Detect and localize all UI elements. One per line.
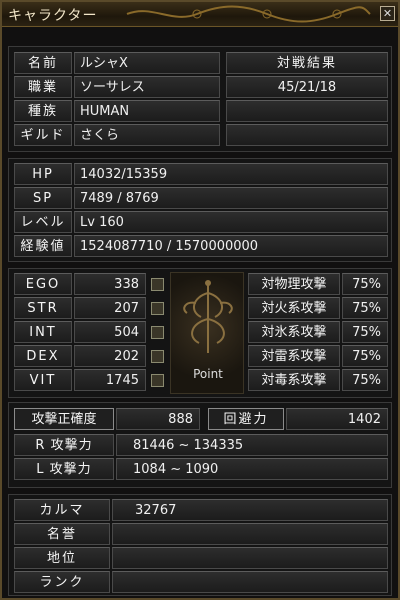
title-bar[interactable]: キャラクター ✕ bbox=[2, 2, 398, 27]
name-value: ルシャX bbox=[74, 52, 220, 74]
hp-value: 14032/15359 bbox=[74, 163, 388, 185]
crest-icon bbox=[183, 280, 233, 353]
sp-value: 7489 / 8769 bbox=[74, 187, 388, 209]
karma-value: 32767 bbox=[112, 499, 388, 521]
accuracy-value: 888 bbox=[116, 408, 200, 430]
fame-value bbox=[112, 523, 388, 545]
r-attack-value: 81446 ~ 134335 bbox=[116, 434, 388, 456]
title-ornament bbox=[126, 5, 371, 23]
stat-value-vit: 1745 bbox=[74, 369, 146, 391]
name-label: 名前 bbox=[14, 52, 72, 74]
resist-label-ice: 対氷系攻撃 bbox=[248, 321, 340, 343]
guild-label: ギルド bbox=[14, 124, 72, 146]
stat-value-int: 504 bbox=[74, 321, 146, 343]
point-label: Point bbox=[193, 367, 223, 381]
resist-label-fire: 対火系攻撃 bbox=[248, 297, 340, 319]
stat-label-int: INT bbox=[14, 321, 72, 343]
stat-point-button-int[interactable] bbox=[151, 326, 164, 339]
empty-cell bbox=[226, 124, 388, 146]
level-value: Lv 160 bbox=[74, 211, 388, 233]
status-label: 地位 bbox=[14, 547, 110, 569]
exp-value: 1524087710 / 1570000000 bbox=[74, 235, 388, 257]
resist-value-poison: 75% bbox=[342, 369, 388, 391]
race-value: HUMAN bbox=[74, 100, 220, 122]
resist-value-ice: 75% bbox=[342, 321, 388, 343]
stat-value-ego: 338 bbox=[74, 273, 146, 295]
battle-record-value: 45/21/18 bbox=[226, 76, 388, 98]
job-value: ソーサレス bbox=[74, 76, 220, 98]
stat-label-dex: DEX bbox=[14, 345, 72, 367]
resist-value-fire: 75% bbox=[342, 297, 388, 319]
empty-cell bbox=[226, 100, 388, 122]
stat-value-str: 207 bbox=[74, 297, 146, 319]
l-attack-value: 1084 ~ 1090 bbox=[116, 458, 388, 480]
exp-label: 経験値 bbox=[14, 235, 72, 257]
stat-value-dex: 202 bbox=[74, 345, 146, 367]
window-title: キャラクター bbox=[8, 8, 98, 24]
job-label: 職業 bbox=[14, 76, 72, 98]
character-window: キャラクター ✕ 名前 ルシャX 職業 ソーサレス 種族 HUMAN ギルド さ… bbox=[0, 0, 400, 600]
hp-label: HP bbox=[14, 163, 72, 185]
stat-point-button-ego[interactable] bbox=[151, 278, 164, 291]
resist-value-lightning: 75% bbox=[342, 345, 388, 367]
fame-label: 名誉 bbox=[14, 523, 110, 545]
resist-label-lightning: 対雷系攻撃 bbox=[248, 345, 340, 367]
resist-label-physical: 対物理攻撃 bbox=[248, 273, 340, 295]
race-label: 種族 bbox=[14, 100, 72, 122]
stat-label-vit: VIT bbox=[14, 369, 72, 391]
battle-record-header: 対戦結果 bbox=[226, 52, 388, 74]
evasion-label: 回避力 bbox=[208, 408, 284, 430]
rank-label: ランク bbox=[14, 571, 110, 593]
resist-value-physical: 75% bbox=[342, 273, 388, 295]
resist-label-poison: 対毒系攻撃 bbox=[248, 369, 340, 391]
stat-point-button-dex[interactable] bbox=[151, 350, 164, 363]
rank-value bbox=[112, 571, 388, 593]
point-emblem: Point bbox=[170, 272, 244, 394]
sp-label: SP bbox=[14, 187, 72, 209]
karma-label: カルマ bbox=[14, 499, 110, 521]
evasion-value: 1402 bbox=[286, 408, 388, 430]
stat-point-button-vit[interactable] bbox=[151, 374, 164, 387]
status-value bbox=[112, 547, 388, 569]
stat-label-str: STR bbox=[14, 297, 72, 319]
accuracy-label: 攻撃正確度 bbox=[14, 408, 114, 430]
l-attack-label: L 攻撃力 bbox=[14, 458, 114, 480]
r-attack-label: R 攻撃力 bbox=[14, 434, 114, 456]
close-button[interactable]: ✕ bbox=[380, 6, 395, 21]
stat-point-button-str[interactable] bbox=[151, 302, 164, 315]
guild-value: さくら bbox=[74, 124, 220, 146]
level-label: レベル bbox=[14, 211, 72, 233]
stat-label-ego: EGO bbox=[14, 273, 72, 295]
